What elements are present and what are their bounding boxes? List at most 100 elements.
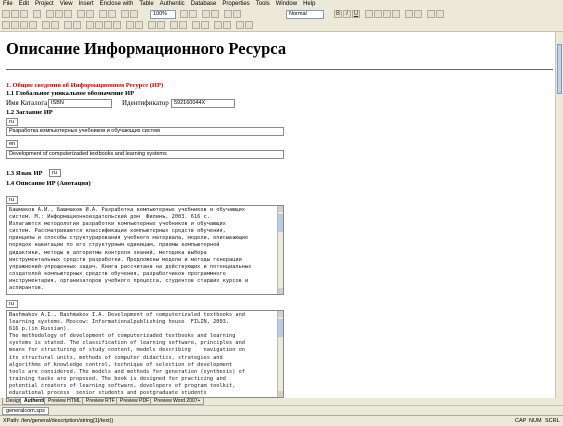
view-tabs: Design Authentic Preview HTML Preview RT… [0,398,563,405]
menu-view[interactable]: View [57,0,76,9]
settings-icon[interactable] [224,10,232,18]
highlight-icon[interactable] [436,10,444,18]
align-left-icon[interactable] [365,10,373,18]
insert-combo-icon[interactable] [95,21,103,29]
abstract-en-scrollbar[interactable] [277,311,283,397]
identifier-label: Идентификатор [122,99,169,107]
menu-table[interactable]: Table [136,0,156,9]
tab-preview-word[interactable]: Preview Word 2007+ [150,398,205,405]
abstract-lang-en-input[interactable]: ru [6,300,18,308]
menu-help[interactable]: Help [300,0,318,9]
copy-icon[interactable] [55,10,63,18]
xml-icon[interactable] [192,21,200,29]
table-icon[interactable] [121,10,129,18]
grid-icon[interactable] [180,10,188,18]
menu-database[interactable]: Database [188,0,220,9]
menu-bar: File Edit Project View Insert Enclose with Tab… [0,0,563,9]
italic-icon[interactable]: I [343,10,351,18]
insert-condition-icon[interactable] [64,21,72,29]
abstract-en-text: Bashmakov A.I., Bashmakov I.A. Developme… [9,312,245,397]
menu-properties[interactable]: Properties [219,0,252,9]
output-icon[interactable] [223,21,231,29]
insert-field-icon[interactable] [86,21,94,29]
title-divider [6,69,553,70]
heading-abstract: 1.4 Описание ИР (Анотация) [6,180,91,187]
menu-file[interactable]: File [0,0,16,9]
insert-table-icon[interactable] [29,21,37,29]
numbering-icon[interactable] [414,10,422,18]
justify-icon[interactable] [392,10,400,18]
bullets-icon[interactable] [405,10,413,18]
check-icon[interactable] [211,10,219,18]
xslt-icon[interactable] [201,21,209,29]
abstract-en-textarea[interactable]: Bashmakov A.I., Bashmakov I.A. Developme… [6,310,284,398]
underline-icon[interactable]: U [352,10,360,18]
catalog-input[interactable]: ISBN [48,99,112,108]
insert-image-icon[interactable] [42,21,50,29]
menu-insert[interactable]: Insert [76,0,97,9]
help-icon[interactable] [233,10,241,18]
validate-icon[interactable] [202,10,210,18]
insert-button-icon[interactable] [126,21,134,29]
redo-icon[interactable] [86,10,94,18]
identifier-input[interactable]: 592160044X [171,99,235,108]
insert-toc-icon[interactable] [179,21,187,29]
cut-icon[interactable] [46,10,54,18]
tab-preview-pdf[interactable]: Preview PDF [116,398,154,405]
bold-icon[interactable]: B [334,10,342,18]
insert-template-icon[interactable] [73,21,81,29]
print-icon[interactable] [33,10,41,18]
align-right-icon[interactable] [383,10,391,18]
tab-preview-rtf[interactable]: Preview RTF [82,398,119,405]
heading-unique-id: 1.1 Глобальное уникальное обозначение ИР [6,90,135,97]
menu-tools[interactable]: Tools [253,0,273,9]
insert-checkbox-icon[interactable] [104,21,112,29]
insert-barcode-icon[interactable] [148,21,156,29]
title-ru-input[interactable]: Разработка компьютерных учебников и обуч… [6,127,284,136]
open-icon[interactable] [11,10,19,18]
zoom-select[interactable]: 100% [150,10,176,19]
find-icon[interactable] [99,10,107,18]
schema-icon[interactable] [214,21,222,29]
new-file-icon[interactable] [2,10,10,18]
status-bar: XPath: /ten/general/description/string[1… [0,415,563,426]
page-title: Описание Информационного Ресурса [6,39,287,58]
menu-window[interactable]: Window [273,0,300,9]
undo-icon[interactable] [77,10,85,18]
insert-bookmark-icon[interactable] [170,21,178,29]
menu-project[interactable]: Project [32,0,57,9]
abstract-lang-ru-input[interactable]: ru [6,196,18,204]
language-input[interactable]: ru [49,169,61,177]
paste-icon[interactable] [64,10,72,18]
image-icon[interactable] [130,10,138,18]
abstract-ru-scrollbar[interactable] [277,206,283,294]
file-tab[interactable]: generalcom.sps [2,407,49,415]
insert-list-icon[interactable] [20,21,28,29]
replace-icon[interactable] [108,10,116,18]
title-en-input[interactable]: Development of computerizaded textbooks … [6,150,284,159]
title-lang-ru-input[interactable]: ru [6,118,18,126]
menu-enclose-with[interactable]: Enclose with [97,0,137,9]
insert-link-icon[interactable] [51,21,59,29]
insert-chart-icon[interactable] [157,21,165,29]
dbsource-icon[interactable] [245,21,253,29]
menu-authentic[interactable]: Authentic [157,0,188,9]
save-icon[interactable] [20,10,28,18]
title-lang-en-input[interactable]: en [6,140,18,148]
ruler-icon[interactable] [189,10,197,18]
insert-date-icon[interactable] [135,21,143,29]
abstract-ru-textarea[interactable]: Башмаков А.И., Башмаков И.А. Разработка … [6,205,284,295]
scroll-thumb[interactable] [557,44,562,94]
style-select[interactable]: Normal [286,10,324,19]
insert-toolbar [0,20,563,32]
insert-text-icon[interactable] [2,21,10,29]
menu-edit[interactable]: Edit [16,0,32,9]
abstract-ru-text: Башмаков А.И., Башмаков И.А. Разработка … [9,207,252,292]
tab-preview-html[interactable]: Preview HTML [44,398,85,405]
project-icon[interactable] [236,21,244,29]
insert-radio-icon[interactable] [113,21,121,29]
color-icon[interactable] [427,10,435,18]
insert-paragraph-icon[interactable] [11,21,19,29]
align-center-icon[interactable] [374,10,382,18]
editor-vertical-scrollbar[interactable] [555,32,563,398]
